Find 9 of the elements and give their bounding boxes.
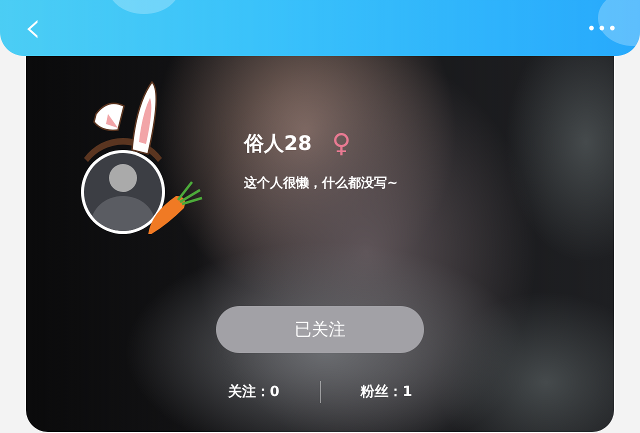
more-button[interactable]: •••: [586, 18, 618, 38]
back-button[interactable]: ‹: [24, 7, 42, 49]
user-name: 俗人28: [244, 130, 312, 157]
female-icon: ♀: [332, 130, 351, 156]
following-count[interactable]: 关注：0: [228, 383, 280, 401]
follow-button[interactable]: 已关注: [216, 306, 424, 353]
followers-count[interactable]: 粉丝：1: [360, 383, 412, 401]
bio-text: 这个人很懒，什么都没写~: [244, 174, 398, 192]
carrot-drawing: [148, 180, 204, 234]
